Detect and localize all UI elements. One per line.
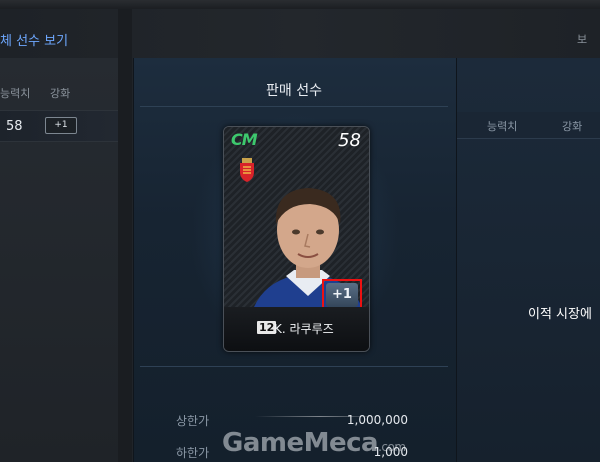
overall-rating: 58 (338, 130, 361, 151)
list-item[interactable]: 58 +1 (0, 110, 118, 142)
left-list-header: 능력치 강화 (0, 85, 118, 109)
site-watermark: GameMeca.com (222, 428, 406, 458)
panel-gap (118, 9, 132, 462)
enhance-chip: +1 (45, 117, 77, 134)
watermark-brand: GameMeca (222, 428, 379, 458)
lower-price-label: 하한가 (176, 446, 210, 460)
name-strip: 12 K. 라쿠루즈 (224, 307, 369, 351)
transfer-market-message: 이적 시장에 (528, 307, 592, 322)
ability-column-header[interactable]: 능력치 (487, 118, 517, 134)
view-all-players-title[interactable]: 체 선수 보기 (0, 30, 68, 49)
right-list-header: 능력치 강화 (457, 112, 600, 139)
right-corner-label[interactable]: 보 (577, 31, 587, 47)
enhance-column-header[interactable]: 강화 (50, 85, 70, 101)
position-badge: CM (231, 130, 258, 149)
ability-value: 58 (6, 119, 23, 134)
player-name: K. 라쿠루즈 (274, 322, 334, 336)
enhance-column-header[interactable]: 강화 (562, 118, 582, 134)
upper-price-label: 상한가 (176, 414, 210, 428)
divider (140, 366, 448, 367)
watermark-suffix: .com (378, 440, 406, 454)
sell-player-title: 판매 선수 (266, 83, 322, 99)
ability-column-header[interactable]: 능력치 (0, 85, 30, 101)
divider (140, 106, 448, 107)
enhance-badge: +1 (326, 283, 358, 307)
price-divider (255, 416, 385, 417)
player-card[interactable]: CM 58 +1 12 K. 라쿠루즈 (223, 126, 370, 352)
